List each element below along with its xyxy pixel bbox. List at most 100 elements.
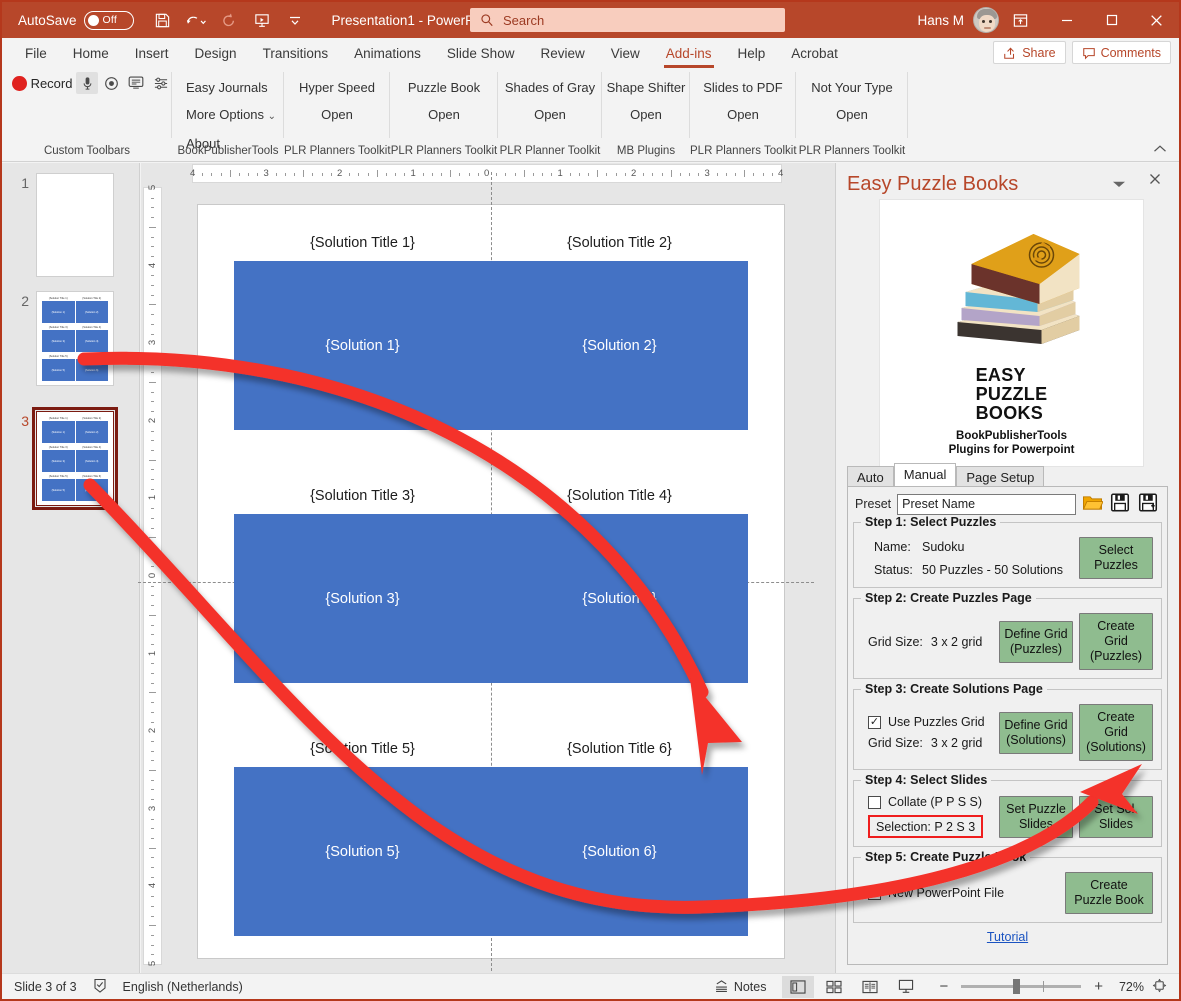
pane-tab-auto[interactable]: Auto xyxy=(847,466,894,486)
vertical-ruler[interactable]: 54321012345 xyxy=(143,187,162,965)
slide-thumbnail-pane[interactable]: 1 2 {Solution Title 1}{Solution Title 2}… xyxy=(2,163,140,973)
solution-box-2[interactable]: {Solution 2} xyxy=(491,261,748,430)
more-options-item[interactable]: More Options ⌄ xyxy=(172,101,284,130)
easy-journals-item[interactable]: Easy Journals xyxy=(172,74,284,101)
search-box[interactable]: Search xyxy=(470,8,785,32)
collate-checkbox[interactable] xyxy=(868,796,881,809)
shape-shifter-open-item[interactable]: Open xyxy=(602,101,690,128)
tab-slide-show[interactable]: Slide Show xyxy=(434,43,528,64)
solution-box-6[interactable]: {Solution 6} xyxy=(491,767,748,936)
create-puzzle-book-button[interactable]: Create Puzzle Book xyxy=(1065,872,1153,914)
set-sol-slides-button[interactable]: Set Sol. Slides xyxy=(1079,796,1153,838)
recording-settings-icon[interactable] xyxy=(151,76,172,91)
screen-recording-icon[interactable] xyxy=(125,76,146,90)
puzzle-book-item[interactable]: Puzzle Book xyxy=(390,74,498,101)
slideshow-icon[interactable] xyxy=(890,976,922,998)
solution-title-6[interactable]: {Solution Title 6} xyxy=(491,733,748,767)
tab-review[interactable]: Review xyxy=(527,43,597,64)
solution-box-4[interactable]: {Solution 4} xyxy=(491,514,748,683)
solution-title-1[interactable]: {Solution Title 1} xyxy=(234,227,491,261)
microphone-icon[interactable] xyxy=(76,72,97,94)
shape-shifter-item[interactable]: Shape Shifter xyxy=(602,74,690,101)
solution-box-3[interactable]: {Solution 3} xyxy=(234,514,491,683)
spellcheck-icon[interactable] xyxy=(93,978,107,996)
save-icon[interactable] xyxy=(1110,493,1132,515)
ribbon-display-options-icon[interactable] xyxy=(996,2,1044,38)
collapse-ribbon-icon[interactable] xyxy=(1153,143,1167,157)
account-area[interactable]: Hans M xyxy=(917,2,999,38)
horizontal-ruler[interactable]: 432101234 xyxy=(192,164,782,183)
solution-box-1[interactable]: {Solution 1} xyxy=(234,261,491,430)
record-dot-icon[interactable] xyxy=(12,76,27,91)
slides-to-pdf-open-item[interactable]: Open xyxy=(690,101,796,128)
slide-thumbnail-3[interactable]: {Solution Title 1}{Solution Title 2} {So… xyxy=(36,411,114,506)
notes-button[interactable]: Notes xyxy=(714,980,767,994)
slides-to-pdf-item[interactable]: Slides to PDF xyxy=(690,74,796,101)
solution-title-4[interactable]: {Solution Title 4} xyxy=(491,480,748,514)
zoom-out-button[interactable]: − xyxy=(936,978,951,995)
pane-tab-manual[interactable]: Manual xyxy=(894,463,957,486)
slide-thumbnail-2[interactable]: {Solution Title 1}{Solution Title 2} {So… xyxy=(36,291,114,386)
slide-counter[interactable]: Slide 3 of 3 xyxy=(14,980,77,994)
tab-home[interactable]: Home xyxy=(60,43,122,64)
search-input[interactable]: Search xyxy=(503,13,544,28)
shades-of-gray-item[interactable]: Shades of Gray xyxy=(498,74,602,101)
solution-title-2[interactable]: {Solution Title 2} xyxy=(491,227,748,261)
solution-box-5[interactable]: {Solution 5} xyxy=(234,767,491,936)
tab-acrobat[interactable]: Acrobat xyxy=(778,43,851,64)
use-puzzles-grid-checkbox[interactable]: ✓ xyxy=(868,716,881,729)
zoom-slider-handle[interactable] xyxy=(1013,979,1020,994)
save-as-icon[interactable] xyxy=(1138,493,1160,515)
list-item[interactable]: 3 {Solution Title 1}{Solution Title 2} {… xyxy=(2,411,140,506)
hyper-speed-open-item[interactable]: Open xyxy=(284,101,390,128)
save-icon[interactable] xyxy=(148,6,178,34)
zoom-slider[interactable] xyxy=(961,985,1081,988)
solution-title-5[interactable]: {Solution Title 5} xyxy=(234,733,491,767)
tutorial-link[interactable]: Tutorial xyxy=(848,930,1167,944)
slide-thumbnail-1[interactable] xyxy=(36,173,114,277)
screen-record-icon[interactable] xyxy=(102,76,121,91)
chevron-down-icon[interactable] xyxy=(1111,177,1127,192)
preset-input[interactable]: Preset Name xyxy=(897,494,1076,515)
tab-design[interactable]: Design xyxy=(182,43,250,64)
define-grid-solutions-button[interactable]: Define Grid (Solutions) xyxy=(999,712,1073,754)
share-button[interactable]: Share xyxy=(993,41,1065,64)
new-powerpoint-file-checkbox[interactable] xyxy=(868,887,881,900)
pane-tab-page-setup[interactable]: Page Setup xyxy=(956,466,1044,486)
list-item[interactable]: 1 xyxy=(2,173,140,277)
comments-button[interactable]: Comments xyxy=(1072,41,1171,64)
reading-view-icon[interactable] xyxy=(854,976,886,998)
puzzle-book-open-item[interactable]: Open xyxy=(390,101,498,128)
tab-help[interactable]: Help xyxy=(725,43,779,64)
close-button[interactable] xyxy=(1134,2,1179,38)
create-grid-puzzles-button[interactable]: Create Grid (Puzzles) xyxy=(1079,613,1153,670)
not-your-type-item[interactable]: Not Your Type xyxy=(796,74,908,101)
record-button-label[interactable]: Record xyxy=(31,76,73,91)
autosave-toggle[interactable]: Off xyxy=(84,11,134,30)
create-grid-solutions-button[interactable]: Create Grid (Solutions) xyxy=(1079,704,1153,761)
tab-insert[interactable]: Insert xyxy=(122,43,182,64)
fit-slide-icon[interactable] xyxy=(1148,978,1171,996)
language-indicator[interactable]: English (Netherlands) xyxy=(123,980,243,994)
slide-canvas[interactable]: {Solution Title 1} {Solution Title 2} {S… xyxy=(197,204,785,959)
autosave-control[interactable]: AutoSave Off xyxy=(18,11,134,30)
hyper-speed-item[interactable]: Hyper Speed xyxy=(284,74,390,101)
qat-more-icon[interactable] xyxy=(280,6,310,34)
slide-sorter-icon[interactable] xyxy=(818,976,850,998)
tab-transitions[interactable]: Transitions xyxy=(250,43,342,64)
shades-of-gray-open-item[interactable]: Open xyxy=(498,101,602,128)
undo-icon[interactable] xyxy=(181,6,211,34)
select-puzzles-button[interactable]: Select Puzzles xyxy=(1079,537,1153,579)
tab-add-ins[interactable]: Add-ins xyxy=(653,43,725,64)
set-puzzle-slides-button[interactable]: Set Puzzle Slides xyxy=(999,796,1073,838)
close-icon[interactable] xyxy=(1148,171,1162,191)
tab-file[interactable]: File xyxy=(12,43,60,64)
solution-title-3[interactable]: {Solution Title 3} xyxy=(234,480,491,514)
open-folder-icon[interactable] xyxy=(1082,493,1104,515)
tab-view[interactable]: View xyxy=(598,43,653,64)
zoom-level-label[interactable]: 72% xyxy=(1110,980,1144,994)
not-your-type-open-item[interactable]: Open xyxy=(796,101,908,128)
zoom-in-button[interactable]: + xyxy=(1091,978,1106,995)
normal-view-icon[interactable] xyxy=(782,976,814,998)
tab-animations[interactable]: Animations xyxy=(341,43,434,64)
